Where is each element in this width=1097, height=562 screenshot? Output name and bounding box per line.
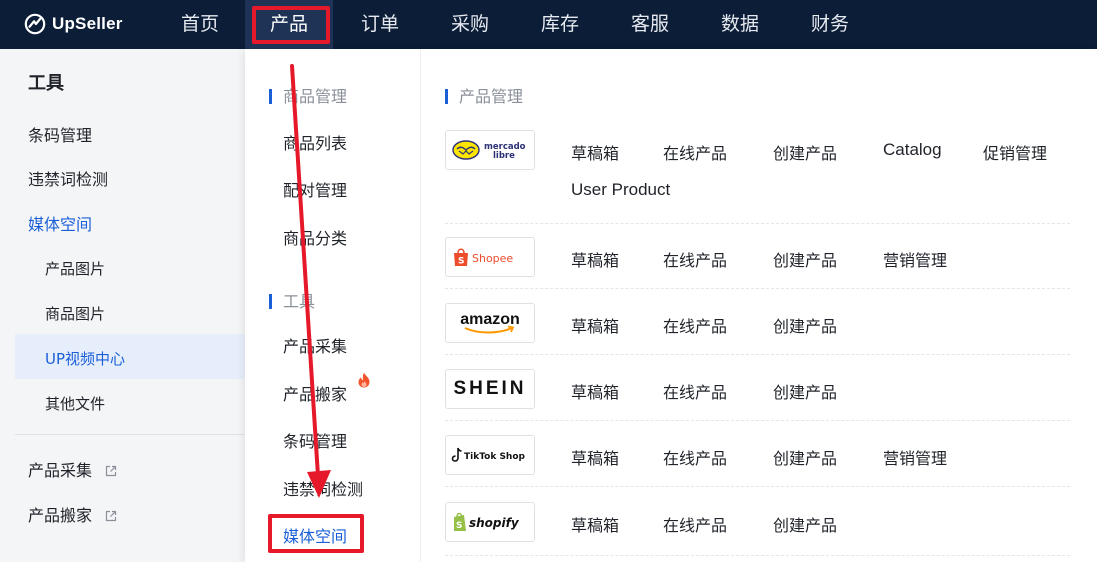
shopee-marketing-link[interactable]: 营销管理 xyxy=(883,247,947,271)
svg-text:amazon: amazon xyxy=(460,311,520,328)
dropdown-section-goods-management: 商品管理 xyxy=(269,83,347,107)
mercado-catalog-link[interactable]: Catalog xyxy=(883,140,942,160)
product-management-title: 产品管理 xyxy=(445,83,523,107)
hot-fire-icon xyxy=(358,372,370,388)
mercado-drafts-link[interactable]: 草稿箱 xyxy=(571,140,619,164)
section-accent-bar xyxy=(445,89,448,104)
sidebar-sub-product-images[interactable]: 产品图片 xyxy=(45,258,105,279)
row-separator xyxy=(445,555,1070,556)
sidebar-item-label: 产品采集 xyxy=(28,461,93,480)
amazon-create-product-link[interactable]: 创建产品 xyxy=(773,313,837,337)
sidebar-item-product-collect[interactable]: 产品采集 xyxy=(28,457,117,481)
nav-data[interactable]: 数据 xyxy=(705,0,775,49)
dropdown-item-media-space[interactable]: 媒体空间 xyxy=(283,523,347,547)
amazon-online-products-link[interactable]: 在线产品 xyxy=(663,313,727,337)
shopify-logo[interactable]: S shopify xyxy=(445,502,535,542)
shein-logo[interactable]: SHEIN xyxy=(445,369,535,409)
nav-products[interactable]: 产品 xyxy=(245,0,333,49)
upseller-logo-icon xyxy=(24,13,46,35)
sidebar-item-barcode[interactable]: 条码管理 xyxy=(28,122,92,146)
sidebar-sub-other-files[interactable]: 其他文件 xyxy=(45,393,105,414)
svg-text:libre: libre xyxy=(493,151,515,161)
section-title: 商品管理 xyxy=(283,87,348,106)
shopify-create-product-link[interactable]: 创建产品 xyxy=(773,512,837,536)
brand-name: UpSeller xyxy=(52,14,123,33)
brand-logo[interactable]: UpSeller xyxy=(24,11,123,37)
shein-online-products-link[interactable]: 在线产品 xyxy=(663,379,727,403)
nav-customer-service[interactable]: 客服 xyxy=(615,0,685,49)
external-link-icon xyxy=(106,510,117,522)
shein-drafts-link[interactable]: 草稿箱 xyxy=(571,379,619,403)
nav-purchasing[interactable]: 采购 xyxy=(435,0,505,49)
dropdown-item-barcode[interactable]: 条码管理 xyxy=(283,428,347,452)
shein-logo-text: SHEIN xyxy=(453,378,527,399)
sidebar-item-product-move[interactable]: 产品搬家 xyxy=(28,502,117,526)
dropdown-item-product-move[interactable]: 产品搬家 xyxy=(283,381,347,405)
mercado-libre-logo[interactable]: mercado libre xyxy=(445,130,535,170)
tiktok-online-products-link[interactable]: 在线产品 xyxy=(663,445,727,469)
sidebar-title: 工具 xyxy=(28,73,64,94)
svg-text:S: S xyxy=(456,521,462,531)
section-title: 产品管理 xyxy=(459,87,524,106)
mercado-user-product-link[interactable]: User Product xyxy=(571,180,670,200)
section-title: 工具 xyxy=(283,292,316,311)
dropdown-left-column: 商品管理 商品列表 配对管理 商品分类 工具 产品采集 产品搬家 条码管理 违禁… xyxy=(245,49,421,562)
shopify-online-products-link[interactable]: 在线产品 xyxy=(663,512,727,536)
shopee-logo-icon: S Shopee xyxy=(454,248,513,267)
tiktok-drafts-link[interactable]: 草稿箱 xyxy=(571,445,619,469)
dropdown-section-tools: 工具 xyxy=(269,288,315,312)
section-accent-bar xyxy=(269,294,272,309)
row-separator xyxy=(445,420,1070,421)
svg-text:TikTok Shop: TikTok Shop xyxy=(464,452,526,462)
sidebar-item-media-space[interactable]: 媒体空间 xyxy=(28,211,92,235)
nav-home[interactable]: 首页 xyxy=(165,0,235,49)
svg-text:shopify: shopify xyxy=(469,516,520,530)
section-accent-bar xyxy=(269,89,272,104)
dropdown-item-banned-words[interactable]: 违禁词检测 xyxy=(283,476,363,500)
sidebar: 工具 条码管理 违禁词检测 媒体空间 产品图片 商品图片 UP视频中心 其他文件… xyxy=(0,49,245,562)
dropdown-item-product-collect[interactable]: 产品采集 xyxy=(283,333,347,357)
sidebar-divider xyxy=(15,434,245,435)
svg-text:S: S xyxy=(458,257,464,267)
amazon-logo[interactable]: amazon xyxy=(445,303,535,343)
nav-orders[interactable]: 订单 xyxy=(345,0,415,49)
top-navigation-bar: UpSeller 首页 产品 订单 采购 库存 客服 数据 财务 xyxy=(0,0,1097,49)
row-separator xyxy=(445,288,1070,289)
tiktok-marketing-link[interactable]: 营销管理 xyxy=(883,445,947,469)
mercado-libre-logo-icon: mercado libre xyxy=(452,140,526,161)
external-link-icon xyxy=(106,465,117,477)
row-separator xyxy=(445,486,1070,487)
tiktok-create-product-link[interactable]: 创建产品 xyxy=(773,445,837,469)
mercado-promotion-link[interactable]: 促销管理 xyxy=(983,140,1047,164)
mercado-create-product-link[interactable]: 创建产品 xyxy=(773,140,837,164)
sidebar-sub-goods-images[interactable]: 商品图片 xyxy=(45,303,105,324)
mercado-online-products-link[interactable]: 在线产品 xyxy=(663,140,727,164)
amazon-logo-icon: amazon xyxy=(460,311,520,334)
shopee-logo[interactable]: S Shopee xyxy=(445,237,535,277)
row-separator xyxy=(445,354,1070,355)
tiktok-shop-logo-icon: TikTok Shop xyxy=(451,447,526,462)
amazon-drafts-link[interactable]: 草稿箱 xyxy=(571,313,619,337)
svg-text:Shopee: Shopee xyxy=(472,252,513,265)
shopee-online-products-link[interactable]: 在线产品 xyxy=(663,247,727,271)
dropdown-item-goods-category[interactable]: 商品分类 xyxy=(283,225,347,249)
dropdown-item-pairing[interactable]: 配对管理 xyxy=(283,177,347,201)
sidebar-item-banned-words[interactable]: 违禁词检测 xyxy=(28,166,108,190)
shopee-drafts-link[interactable]: 草稿箱 xyxy=(571,247,619,271)
dropdown-item-goods-list[interactable]: 商品列表 xyxy=(283,130,347,154)
shopee-create-product-link[interactable]: 创建产品 xyxy=(773,247,837,271)
shopify-logo-icon: S shopify xyxy=(454,512,520,531)
shein-create-product-link[interactable]: 创建产品 xyxy=(773,379,837,403)
row-separator xyxy=(445,223,1070,224)
nav-finance[interactable]: 财务 xyxy=(795,0,865,49)
nav-inventory[interactable]: 库存 xyxy=(525,0,595,49)
shopify-drafts-link[interactable]: 草稿箱 xyxy=(571,512,619,536)
tiktok-shop-logo[interactable]: TikTok Shop xyxy=(445,435,535,475)
sidebar-sub-up-video-center[interactable]: UP视频中心 xyxy=(45,348,125,369)
sidebar-item-label: 产品搬家 xyxy=(28,506,93,525)
